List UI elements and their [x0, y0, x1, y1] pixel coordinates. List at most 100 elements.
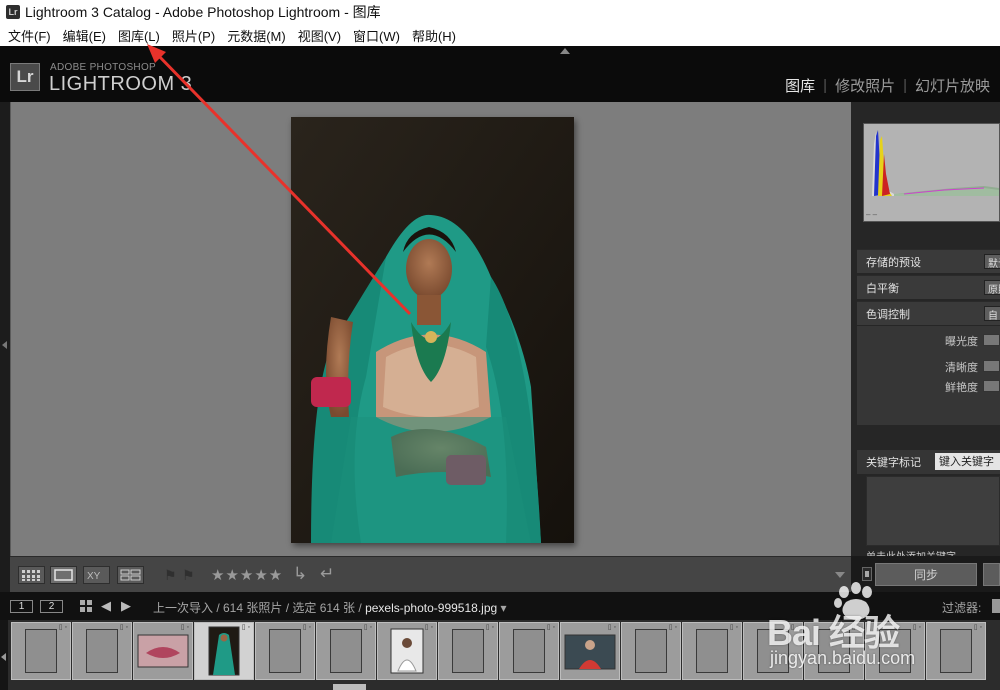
filmstrip-thumbnail[interactable]: ▯ ◦ [377, 622, 437, 680]
lightroom-app-icon: Lr [6, 5, 20, 19]
menu-photo[interactable]: 照片(P) [166, 26, 221, 45]
saved-preset-row[interactable]: 存储的预设 默认 [857, 249, 1000, 273]
grid-view-icon[interactable] [18, 566, 45, 584]
filmstrip-thumbnail[interactable]: ▯ ◦ [926, 622, 986, 680]
expand-bottom-left-icon[interactable] [1, 653, 6, 661]
thumbnail-badge-icon: ▯ ◦ [302, 624, 311, 631]
exposure-label: 曝光度 [945, 336, 978, 348]
thumbnail-badge-icon: ▯ ◦ [973, 624, 982, 631]
title-bar: Lr Lightroom 3 Catalog - Adobe Photoshop… [0, 0, 1000, 24]
forward-arrow-icon[interactable]: ▶ [121, 598, 131, 614]
star-rating[interactable]: ★★★★★ [211, 566, 283, 584]
keyword-tags-field[interactable] [866, 476, 1000, 546]
sync-toggle-switch[interactable] [862, 567, 872, 581]
compare-view-icon[interactable]: XY [83, 566, 110, 584]
clarity-label: 清晰度 [945, 362, 978, 374]
histogram: – – [863, 123, 1000, 222]
thumbnail-badge-icon: ▯ ◦ [546, 624, 555, 631]
filmstrip-thumbnail-selected[interactable]: ▯ ◦ [194, 622, 254, 680]
module-separator: | [823, 77, 828, 94]
filmstrip-thumbnail[interactable]: ▯ ◦ [133, 622, 193, 680]
menu-window[interactable]: 窗口(W) [347, 26, 406, 45]
thumbnail-badge-icon: ▯ ◦ [58, 624, 67, 631]
secondary-window-button[interactable]: 2 [40, 600, 63, 613]
tone-control-label: 色调控制 [866, 308, 910, 321]
menu-edit[interactable]: 编辑(E) [57, 26, 112, 45]
vibrance-label: 鲜艳度 [945, 382, 978, 394]
thumbnail-badge-icon: ▯ ◦ [424, 624, 433, 631]
back-arrow-icon[interactable]: ◀ [101, 598, 111, 614]
filmstrip-thumbnail[interactable]: ▯ ◦ [255, 622, 315, 680]
histogram-ticks: – – [866, 210, 878, 219]
menu-metadata[interactable]: 元数据(M) [221, 26, 292, 45]
thumbnail-badge-icon: ▯ ◦ [729, 624, 738, 631]
survey-view-icon[interactable] [117, 566, 144, 584]
filter-select[interactable] [992, 599, 1000, 613]
thumbnail-badge-icon: ▯ ◦ [485, 624, 494, 631]
window-title: Lightroom 3 Catalog - Adobe Photoshop Li… [25, 4, 381, 20]
tone-control-row[interactable]: 色调控制 自 [857, 301, 1000, 325]
identity-plate: Lr ADOBE PHOTOSHOP LIGHTROOM 3 图库 | 修改照片… [0, 46, 1000, 102]
vibrance-adjust-button[interactable] [983, 380, 1000, 392]
module-slideshow[interactable]: 幻灯片放映 [911, 75, 994, 96]
loupe-view-icon[interactable] [50, 566, 77, 584]
filmstrip-source[interactable]: 上一次导入 / 614 张照片 / 选定 614 张 / pexels-phot… [153, 599, 507, 616]
module-picker: 图库 | 修改照片 | 幻灯片放映 [781, 75, 994, 96]
filmstrip-scrollbar[interactable] [333, 684, 366, 690]
filmstrip-thumbnail[interactable]: ▯ ◦ [560, 622, 620, 680]
source-dropdown-icon[interactable]: ▾ [501, 601, 507, 615]
library-toolbar: XY ⚑ ⚑ ★★★★★ ↳ ↵ [10, 556, 851, 592]
keyword-input[interactable]: 键入关键字 [935, 453, 1000, 470]
module-develop[interactable]: 修改照片 [831, 75, 899, 96]
flag-pick-icon[interactable]: ⚑ [164, 567, 177, 584]
toolbar-options-icon[interactable] [835, 572, 845, 578]
menu-help[interactable]: 帮助(H) [406, 26, 462, 45]
flag-reject-icon[interactable]: ⚑ [182, 567, 195, 584]
module-library[interactable]: 图库 [781, 75, 819, 96]
menu-view[interactable]: 视图(V) [292, 26, 347, 45]
filmstrip-thumbnail[interactable]: ▯ ◦ [499, 622, 559, 680]
white-balance-row[interactable]: 白平衡 原照 [857, 275, 1000, 299]
filmstrip-thumbnail[interactable]: ▯ ◦ [316, 622, 376, 680]
filmstrip-thumbnail[interactable]: ▯ ◦ [621, 622, 681, 680]
filmstrip-thumbnail[interactable]: ▯ ◦ [72, 622, 132, 680]
source-path: 上一次导入 / 614 张照片 / 选定 614 张 / [153, 601, 366, 615]
lightroom-logo-icon: Lr [10, 63, 40, 91]
thumbnail-badge-icon: ▯ ◦ [241, 624, 250, 631]
exposure-adjust-button[interactable] [983, 334, 1000, 346]
bride-portrait-image [291, 117, 574, 543]
menu-file[interactable]: 文件(F) [2, 26, 57, 45]
grid-icon[interactable] [80, 600, 92, 612]
loupe-view[interactable] [10, 102, 851, 556]
logo-subtitle: ADOBE PHOTOSHOP [50, 62, 157, 73]
filmstrip-thumbnail[interactable]: ▯ ◦ [682, 622, 742, 680]
thumbnail-badge-icon: ▯ ◦ [363, 624, 372, 631]
collapse-top-panel-icon[interactable] [560, 48, 570, 54]
sync-button[interactable]: 同步 [875, 563, 977, 586]
clarity-adjust-button[interactable] [983, 360, 1000, 372]
thumbnail-badge-icon: ▯ ◦ [912, 624, 921, 631]
primary-window-button[interactable]: 1 [10, 600, 33, 613]
filmstrip-thumbnail[interactable]: ▯ ◦ [11, 622, 71, 680]
filmstrip-thumbnail[interactable]: ▯ ◦ [438, 622, 498, 680]
thumbnail-badge-icon: ▯ ◦ [119, 624, 128, 631]
keywording-label: 关键字标记 [866, 457, 921, 469]
rotate-left-icon[interactable]: ↳ [293, 564, 307, 584]
module-separator: | [903, 77, 907, 94]
sync-settings-button[interactable] [983, 563, 1000, 586]
thumbnail-badge-icon: ▯ ◦ [607, 624, 616, 631]
filter-label: 过滤器: [942, 601, 982, 615]
white-balance-select[interactable]: 原照 [984, 280, 1000, 295]
watermark-url: jingyan.baidu.com [770, 648, 916, 668]
saved-preset-label: 存储的预设 [866, 256, 921, 269]
lightroom-window: Lr Lightroom 3 Catalog - Adobe Photoshop… [0, 0, 1000, 690]
saved-preset-select[interactable]: 默认 [984, 254, 1000, 269]
expand-left-panel-icon[interactable] [2, 341, 7, 349]
white-balance-label: 白平衡 [866, 282, 899, 295]
thumbnail-badge-icon: ▯ ◦ [668, 624, 677, 631]
menu-library[interactable]: 图库(L) [112, 26, 166, 45]
main-photo [291, 117, 574, 543]
current-filename: pexels-photo-999518.jpg [365, 601, 498, 615]
auto-tone-button[interactable]: 自 [984, 306, 1000, 321]
rotate-right-icon[interactable]: ↵ [320, 564, 334, 584]
